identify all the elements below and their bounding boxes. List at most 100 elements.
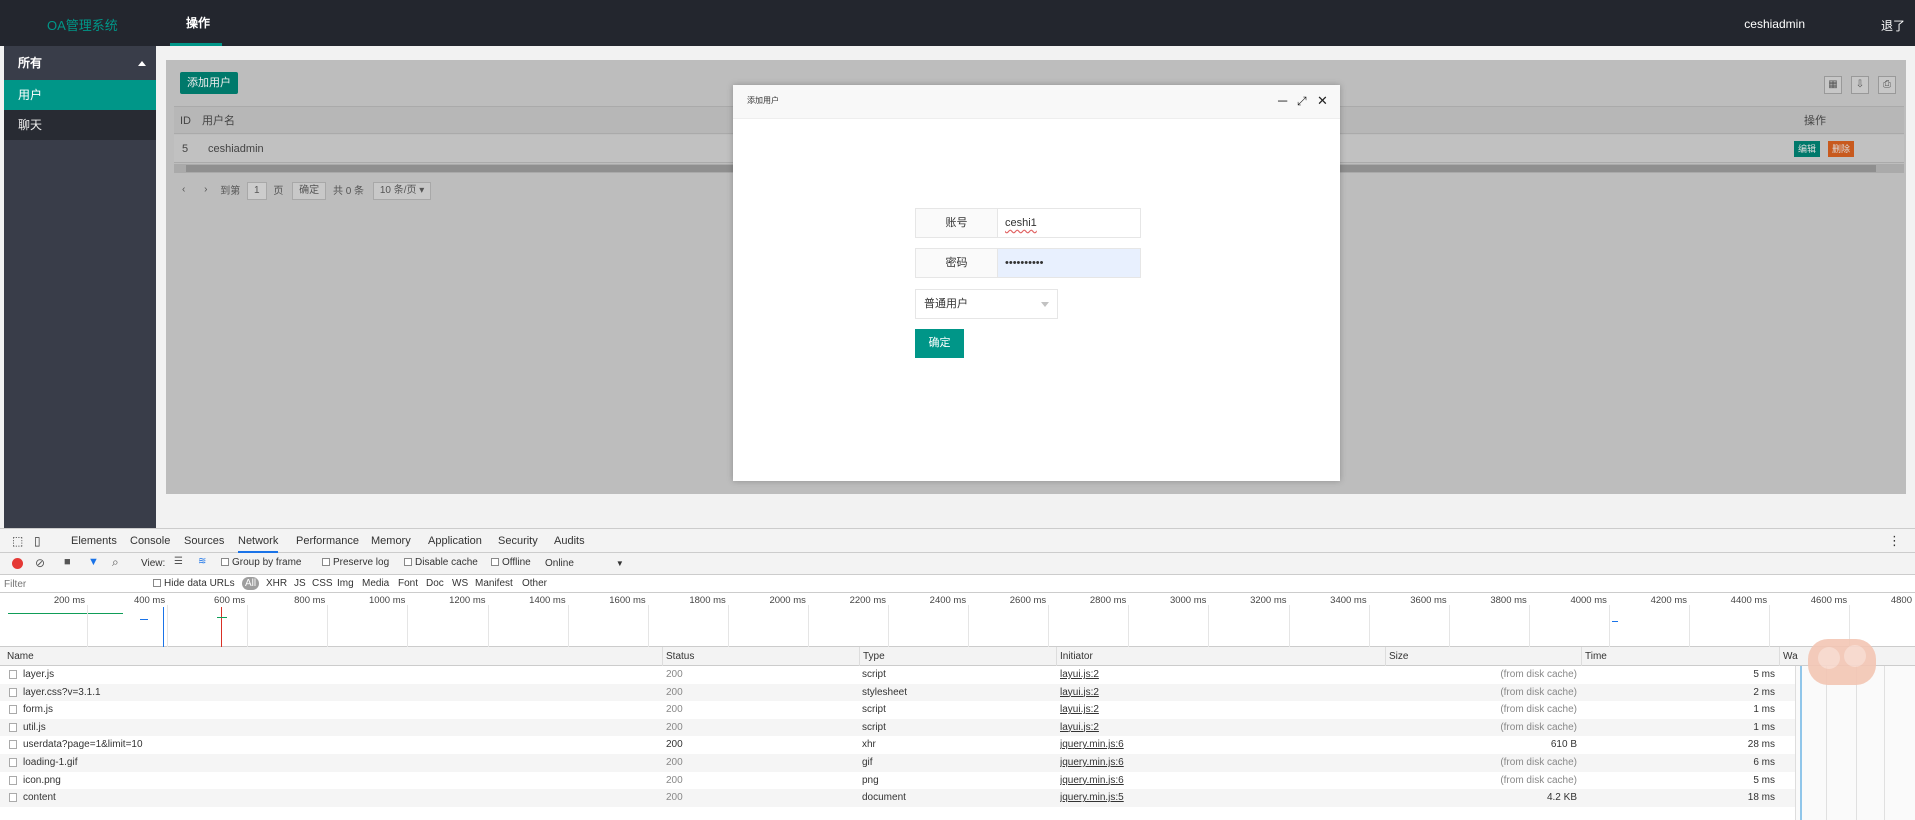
offline-checkbox[interactable]: Offline	[491, 557, 531, 568]
request-name[interactable]: layer.css?v=3.1.1	[23, 684, 653, 701]
app-logo[interactable]: OA管理系统	[47, 15, 118, 34]
logout-link[interactable]: 退了	[1881, 17, 1905, 34]
edit-button[interactable]: 编辑	[1794, 141, 1820, 157]
submit-button[interactable]: 确定	[915, 329, 964, 358]
timeline-tick-label: 2600 ms	[1009, 595, 1047, 606]
pager-confirm-button[interactable]: 确定	[292, 182, 327, 201]
export-icon[interactable]: ⇩	[1851, 76, 1869, 94]
col-status[interactable]: Status	[662, 647, 694, 666]
sidebar-item-users[interactable]: 用户	[4, 80, 156, 110]
table-row[interactable]: form.js 200 script layui.js:2 (from disk cac…	[0, 701, 1795, 719]
table-row[interactable]: util.js 200 script layui.js:2 (from disk cac…	[0, 718, 1795, 737]
preserve-log-checkbox[interactable]: Preserve log	[322, 557, 389, 568]
request-initiator-link[interactable]: layui.js:2	[1060, 701, 1099, 718]
top-nav-operations[interactable]: 操作	[170, 0, 226, 46]
minimize-icon[interactable]: ─	[1278, 94, 1287, 108]
account-input[interactable]: ceshi1	[998, 209, 1140, 237]
filter-type-css[interactable]: CSS	[312, 578, 333, 589]
table-row[interactable]: icon.png 200 png jquery.min.js:6 (from disk …	[0, 772, 1795, 790]
col-waterfall[interactable]: Wa	[1779, 647, 1798, 666]
dom-content-loaded-marker	[163, 607, 164, 647]
request-initiator-link[interactable]: layui.js:2	[1060, 684, 1099, 701]
request-initiator-link[interactable]: jquery.min.js:6	[1060, 772, 1124, 789]
col-type[interactable]: Type	[859, 647, 885, 666]
sidebar-item-chat[interactable]: 聊天	[4, 110, 156, 140]
request-name[interactable]: icon.png	[23, 772, 653, 789]
col-name[interactable]: Name	[4, 647, 34, 666]
delete-button[interactable]: 删除	[1828, 141, 1854, 157]
table-row[interactable]: content 200 document jquery.min.js:5 4.2 KB 1…	[0, 789, 1795, 807]
tab-security[interactable]: Security	[498, 529, 538, 553]
request-name[interactable]: util.js	[23, 719, 653, 736]
network-timeline-overview[interactable]: 200 ms 400 ms 600 ms 800 ms 1000 ms 1200 ms 14…	[0, 593, 1915, 647]
request-name[interactable]: form.js	[23, 701, 653, 718]
timeline-tick-label: 2800 ms	[1089, 595, 1127, 606]
page-number-input[interactable]: 1	[247, 182, 267, 201]
disable-cache-checkbox[interactable]: Disable cache	[404, 557, 478, 568]
tab-memory[interactable]: Memory	[371, 529, 411, 553]
filter-type-font[interactable]: Font	[398, 578, 418, 589]
device-toggle-icon[interactable]: ▯	[34, 529, 41, 553]
filter-type-manifest[interactable]: Manifest	[475, 578, 513, 589]
timeline-bar	[140, 619, 148, 620]
request-initiator-link[interactable]: layui.js:2	[1060, 719, 1099, 736]
col-initiator[interactable]: Initiator	[1056, 647, 1093, 666]
tab-sources[interactable]: Sources	[184, 529, 224, 553]
request-name[interactable]: content	[23, 789, 653, 806]
request-initiator-link[interactable]: jquery.min.js:6	[1060, 736, 1124, 753]
request-name[interactable]: userdata?page=1&limit=10	[23, 736, 653, 753]
filter-type-all[interactable]: All	[242, 577, 260, 590]
col-size[interactable]: Size	[1385, 647, 1408, 666]
tab-application[interactable]: Application	[428, 529, 482, 553]
request-name[interactable]: layer.js	[23, 666, 653, 683]
filter-input[interactable]	[4, 577, 144, 591]
close-icon[interactable]: ✕	[1317, 94, 1328, 108]
table-row[interactable]: userdata?page=1&limit=10 200 xhr jquery.min…	[0, 736, 1795, 754]
camera-icon[interactable]: ■	[64, 556, 71, 568]
request-initiator-link[interactable]: jquery.min.js:6	[1060, 754, 1124, 771]
filter-icon[interactable]: ▼	[88, 556, 99, 568]
large-rows-icon[interactable]: ☰	[174, 556, 183, 567]
record-icon[interactable]	[12, 558, 23, 569]
timeline-tick-label: 2400 ms	[929, 595, 967, 606]
filter-type-js[interactable]: JS	[294, 578, 306, 589]
table-row[interactable]: layer.css?v=3.1.1 200 stylesheet layui.js:2…	[0, 683, 1795, 702]
role-select[interactable]: 普通用户	[915, 289, 1058, 319]
tab-audits[interactable]: Audits	[554, 529, 585, 553]
throttle-select[interactable]: Online ▼	[545, 558, 624, 569]
filter-type-other[interactable]: Other	[522, 578, 547, 589]
request-name[interactable]: loading-1.gif	[23, 754, 653, 771]
search-icon[interactable]: ⌕	[112, 555, 119, 570]
columns-filter-icon[interactable]: ▦	[1824, 76, 1842, 94]
table-row[interactable]: loading-1.gif 200 gif jquery.min.js:6 (from …	[0, 754, 1795, 772]
more-menu-icon[interactable]: ⋮	[1888, 529, 1901, 553]
tab-network[interactable]: Network	[238, 529, 279, 553]
filter-type-ws[interactable]: WS	[452, 578, 468, 589]
next-page-icon[interactable]: ›	[198, 182, 213, 200]
tab-elements[interactable]: Elements	[71, 529, 117, 553]
sidebar-group-all[interactable]: 所有	[4, 46, 156, 80]
waterfall-overview-icon[interactable]: ≋	[198, 556, 206, 567]
current-user[interactable]: ceshiadmin	[1744, 17, 1805, 31]
inspect-icon[interactable]: ⬚	[12, 529, 23, 553]
table-row[interactable]: layer.js 200 script layui.js:2 (from disk ca…	[0, 666, 1795, 684]
col-time[interactable]: Time	[1581, 647, 1607, 666]
group-by-frame-checkbox[interactable]: Group by frame	[221, 557, 301, 568]
request-initiator-link[interactable]: layui.js:2	[1060, 666, 1099, 683]
maximize-icon[interactable]: ⤢	[1297, 94, 1307, 108]
filter-type-media[interactable]: Media	[362, 578, 389, 589]
clear-icon[interactable]: ⊘	[35, 556, 45, 570]
add-user-button[interactable]: 添加用户	[180, 72, 238, 94]
per-page-select[interactable]: 10 条/页 ▾	[372, 182, 432, 201]
hide-data-urls-checkbox[interactable]: Hide data URLs	[153, 578, 235, 589]
filter-type-img[interactable]: Img	[337, 578, 354, 589]
print-icon[interactable]: ⎙	[1878, 76, 1896, 94]
filter-type-xhr[interactable]: XHR	[266, 578, 287, 589]
filter-type-doc[interactable]: Doc	[426, 578, 444, 589]
tab-performance[interactable]: Performance	[296, 529, 359, 553]
sticker-face	[1818, 647, 1840, 669]
password-input[interactable]: ••••••••••	[998, 249, 1140, 277]
request-initiator-link[interactable]: jquery.min.js:5	[1060, 789, 1124, 806]
tab-console[interactable]: Console	[130, 529, 170, 553]
prev-page-icon[interactable]: ‹	[176, 182, 191, 200]
